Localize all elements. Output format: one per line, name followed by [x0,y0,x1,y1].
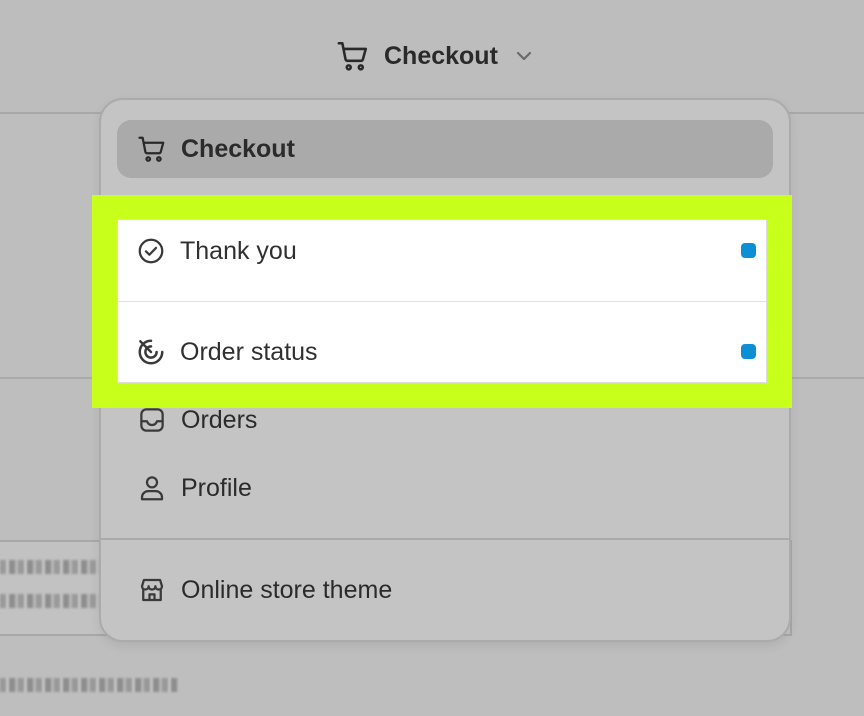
menu-item-label: Orders [181,405,258,434]
order-status-icon [136,337,166,367]
chevron-down-icon [512,44,536,68]
menu-item-label: Checkout [181,134,295,163]
menu-item-checkout[interactable]: Checkout [117,120,773,178]
menu-item-label: Thank you [180,236,297,265]
highlighted-menu-group: Thank you Order status [117,219,767,383]
blurred-text [0,594,100,608]
check-circle-icon [136,236,166,266]
menu-item-label: Order status [180,337,318,366]
store-icon [137,575,167,605]
menu-item-label: Online store theme [181,575,393,604]
top-bar: Checkout [0,0,864,114]
menu-item-thank-you[interactable]: Thank you [118,232,766,270]
status-dot [741,344,756,359]
menu-item-profile[interactable]: Profile [117,459,773,517]
blurred-text [0,560,100,574]
cart-icon [336,39,370,73]
blurred-text [0,678,178,692]
menu-divider [118,301,766,302]
menu-item-order-status[interactable]: Order status [118,333,766,371]
person-icon [137,473,167,503]
inbox-icon [137,405,167,435]
cart-icon [137,134,167,164]
status-dot [741,243,756,258]
menu-item-label: Profile [181,473,252,502]
menu-item-online-store-theme[interactable]: Online store theme [117,561,773,619]
page-selector-label: Checkout [384,41,498,70]
page-selector[interactable]: Checkout [336,36,536,76]
menu-divider [101,538,789,540]
